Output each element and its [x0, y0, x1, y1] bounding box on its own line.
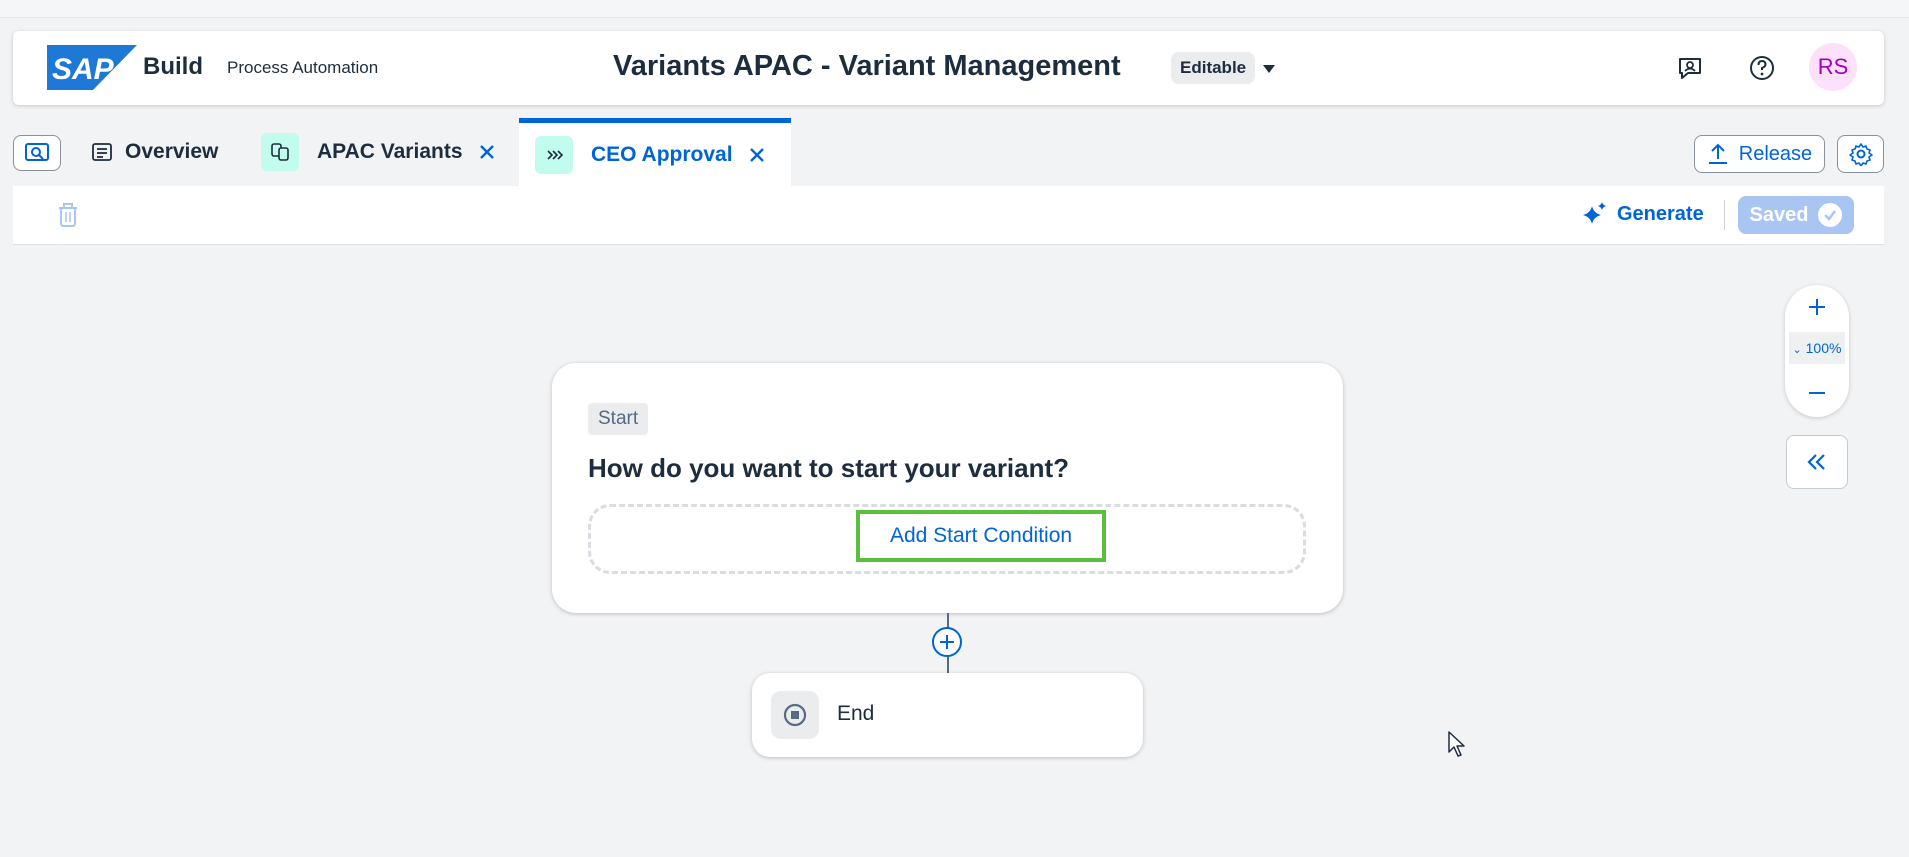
trash-icon[interactable]: [55, 202, 81, 228]
tab-label: CEO Approval: [591, 142, 733, 166]
variants-icon: [261, 133, 299, 171]
double-chevron-left-icon: [1807, 454, 1825, 470]
plus-icon: [940, 635, 954, 649]
zoom-in-icon[interactable]: [1805, 295, 1829, 319]
sap-logo[interactable]: SAP: [47, 45, 137, 90]
shell-header: SAP Build Process Automation Variants AP…: [13, 31, 1884, 105]
upload-icon: [1708, 143, 1727, 164]
check-icon: [1818, 203, 1843, 227]
start-badge: Start: [588, 403, 649, 435]
svg-text:SAP: SAP: [52, 53, 115, 86]
saved-button: Saved: [1738, 196, 1854, 234]
gear-icon: [1848, 143, 1873, 166]
add-step-button[interactable]: [932, 627, 962, 657]
toolbar-separator: [1724, 200, 1725, 230]
end-label: End: [837, 702, 875, 725]
zoom-level-value: 100%: [1805, 340, 1842, 356]
feedback-icon[interactable]: [1671, 49, 1709, 87]
search-button[interactable]: [13, 135, 61, 171]
browser-top-strip: [0, 0, 1909, 18]
zoom-control: ⌄ 100%: [1785, 285, 1849, 417]
brand-name: Build: [143, 53, 203, 80]
saved-label: Saved: [1749, 203, 1809, 226]
status-badge: Editable: [1171, 52, 1256, 84]
tab-bar: Overview APAC Variants CEO Approval Rele…: [13, 118, 1884, 186]
chevron-down-icon[interactable]: [1259, 59, 1279, 79]
tab-apac-variants[interactable]: APAC Variants: [261, 118, 497, 186]
chevrons-icon: [535, 135, 573, 174]
list-icon: [92, 143, 112, 161]
zoom-level-select[interactable]: ⌄ 100%: [1789, 332, 1845, 364]
settings-button[interactable]: [1837, 135, 1884, 173]
close-icon[interactable]: [747, 145, 767, 165]
stop-icon: [771, 691, 819, 739]
tab-overview[interactable]: Overview: [85, 118, 218, 186]
tab-ceo-approval[interactable]: CEO Approval: [519, 118, 791, 186]
page-title: Variants APAC - Variant Management: [613, 50, 1121, 82]
help-icon[interactable]: [1743, 49, 1781, 87]
release-button[interactable]: Release: [1694, 135, 1825, 173]
generate-button[interactable]: Generate: [1581, 200, 1704, 228]
release-label: Release: [1738, 142, 1813, 165]
tab-label: APAC Variants: [317, 140, 463, 163]
editor-toolbar: Generate Saved: [13, 186, 1884, 245]
collapse-panel-button[interactable]: [1786, 435, 1848, 489]
avatar[interactable]: RS: [1809, 43, 1857, 91]
mouse-cursor-icon: [1448, 731, 1465, 757]
start-node-card: Start How do you want to start your vari…: [552, 363, 1343, 613]
search-icon: [25, 143, 49, 161]
sparkle-icon: [1583, 202, 1606, 224]
end-node-card[interactable]: End: [752, 673, 1143, 757]
chevron-down-icon: ⌄: [1792, 344, 1802, 356]
add-start-condition-button[interactable]: Add Start Condition: [856, 510, 1106, 562]
zoom-out-icon[interactable]: [1805, 381, 1829, 405]
tab-label: Overview: [125, 140, 219, 163]
close-icon[interactable]: [477, 142, 497, 162]
product-name: Process Automation: [227, 58, 379, 77]
generate-label: Generate: [1617, 202, 1704, 225]
start-question: How do you want to start your variant?: [588, 453, 1070, 483]
start-condition-dropzone: Add Start Condition: [588, 504, 1306, 574]
